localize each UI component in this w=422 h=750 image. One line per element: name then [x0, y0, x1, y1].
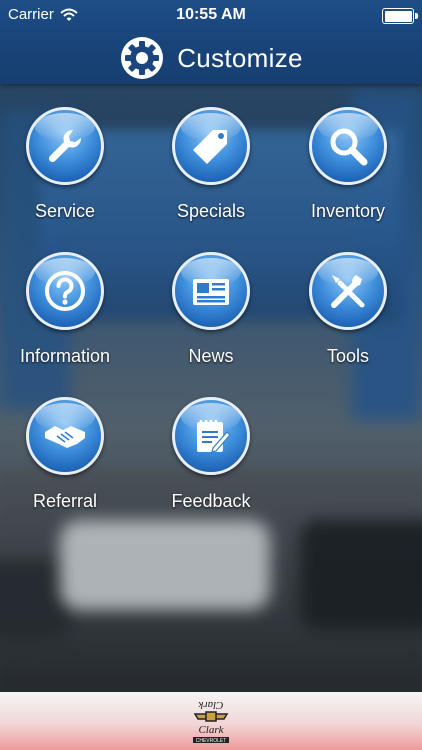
question-icon	[45, 271, 85, 311]
footer-bar: Clark Clark CHEVROLET	[0, 692, 422, 750]
svg-text:Clark: Clark	[198, 724, 224, 736]
tools-label: Tools	[326, 346, 370, 366]
clock: 10:55 AM	[176, 6, 246, 23]
magnifier-icon	[330, 128, 368, 166]
referral-orb[interactable]	[26, 397, 104, 475]
gear-icon[interactable]	[119, 35, 165, 81]
service-orb[interactable]	[26, 107, 104, 185]
service-label: Service	[34, 201, 96, 221]
feedback-label: Feedback	[171, 491, 251, 511]
inventory-label: Inventory	[310, 201, 386, 221]
menu-item-information[interactable]: Information	[0, 252, 130, 367]
tools-icon	[331, 275, 365, 308]
wrench-icon	[48, 129, 82, 163]
menu-item-feedback[interactable]: Feedback	[146, 397, 276, 512]
nav-bar: Customize	[0, 32, 422, 84]
tag-icon	[193, 130, 227, 164]
menu-item-referral[interactable]: Referral	[0, 397, 130, 512]
referral-label: Referral	[32, 491, 98, 511]
menu-item-inventory[interactable]: Inventory	[283, 107, 413, 222]
menu-item-news[interactable]: News	[146, 252, 276, 367]
handshake-icon	[45, 426, 85, 448]
page-title: Customize	[177, 42, 303, 73]
menu-item-tools[interactable]: Tools	[283, 252, 413, 367]
information-label: Information	[19, 346, 111, 366]
svg-text:CHEVROLET: CHEVROLET	[196, 738, 227, 744]
dealer-logo[interactable]: Clark Clark CHEVROLET	[187, 696, 235, 746]
feedback-icon	[197, 420, 231, 453]
feedback-orb[interactable]	[172, 397, 250, 475]
tools-orb[interactable]	[309, 252, 387, 330]
newspaper-icon	[193, 279, 229, 305]
specials-label: Specials	[176, 201, 246, 221]
menu-item-service[interactable]: Service	[0, 107, 130, 222]
news-label: News	[188, 346, 234, 366]
inventory-orb[interactable]	[309, 107, 387, 185]
menu-item-specials[interactable]: Specials	[146, 107, 276, 222]
information-orb[interactable]	[26, 252, 104, 330]
news-orb[interactable]	[172, 252, 250, 330]
svg-text:Clark: Clark	[197, 699, 223, 711]
status-bar: Carrier 10:55 AM	[0, 0, 422, 32]
specials-orb[interactable]	[172, 107, 250, 185]
battery-icon	[382, 8, 418, 24]
